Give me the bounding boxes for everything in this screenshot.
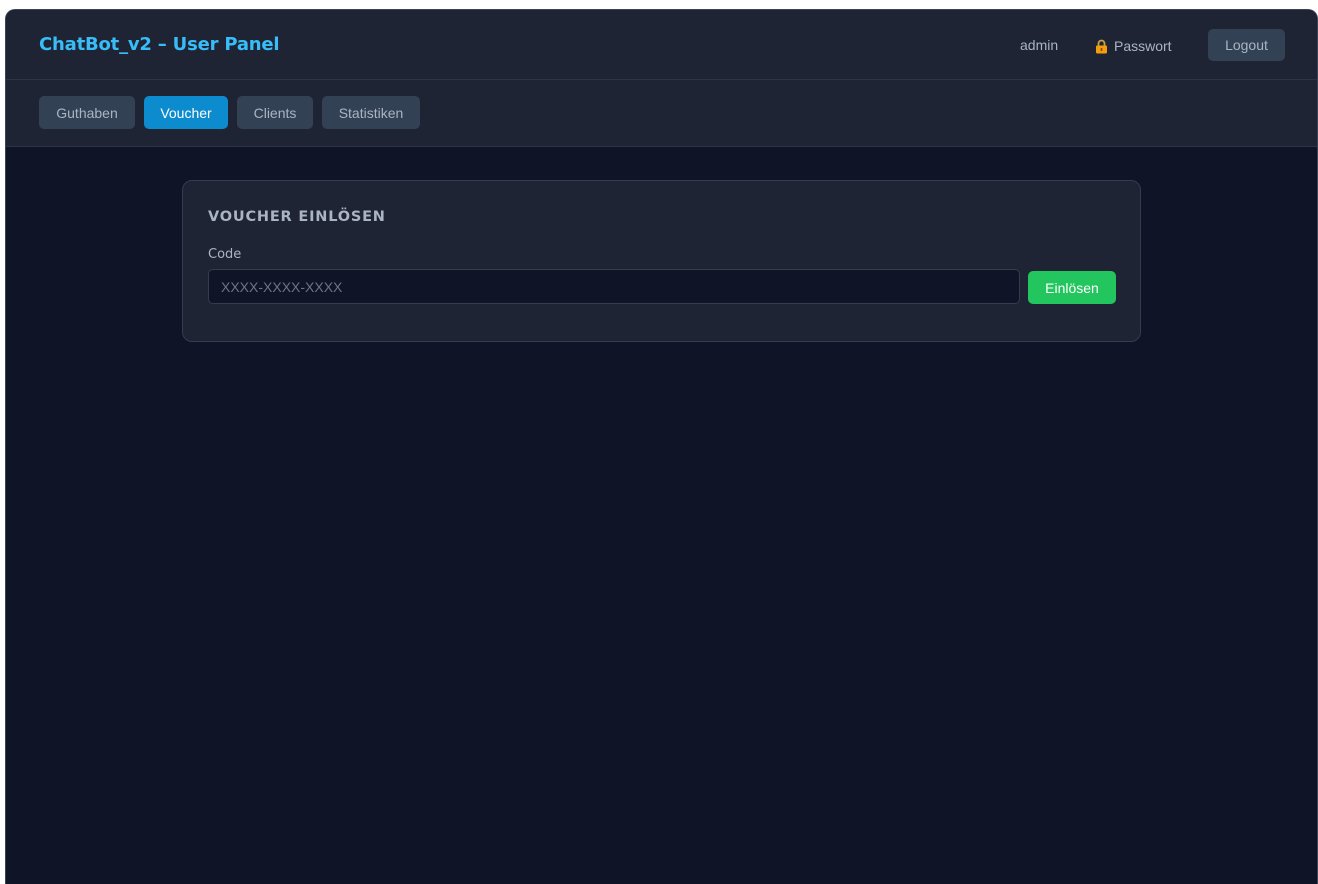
redeem-button[interactable]: Einlösen xyxy=(1028,271,1116,304)
app-title: ChatBot_v2 – User Panel xyxy=(39,34,280,55)
nav-tabs: Guthaben Voucher Clients Statistiken xyxy=(6,80,1317,147)
tab-voucher[interactable]: Voucher xyxy=(144,96,228,129)
voucher-card: VOUCHER EINLÖSEN Code Einlösen xyxy=(182,180,1141,342)
voucher-code-input[interactable] xyxy=(208,269,1020,304)
top-bar: ChatBot_v2 – User Panel admin Passwort L… xyxy=(6,10,1317,80)
voucher-card-title: VOUCHER EINLÖSEN xyxy=(208,209,386,225)
tab-guthaben[interactable]: Guthaben xyxy=(39,96,135,129)
current-username: admin xyxy=(1020,37,1059,53)
app-window: ChatBot_v2 – User Panel admin Passwort L… xyxy=(5,9,1318,884)
logout-button[interactable]: Logout xyxy=(1208,29,1285,61)
change-password-link[interactable]: Passwort xyxy=(1095,36,1172,56)
tab-clients[interactable]: Clients xyxy=(237,96,313,129)
password-label: Passwort xyxy=(1114,38,1172,54)
lock-icon xyxy=(1095,39,1108,54)
tab-statistiken[interactable]: Statistiken xyxy=(322,96,420,129)
code-label: Code xyxy=(208,247,242,262)
